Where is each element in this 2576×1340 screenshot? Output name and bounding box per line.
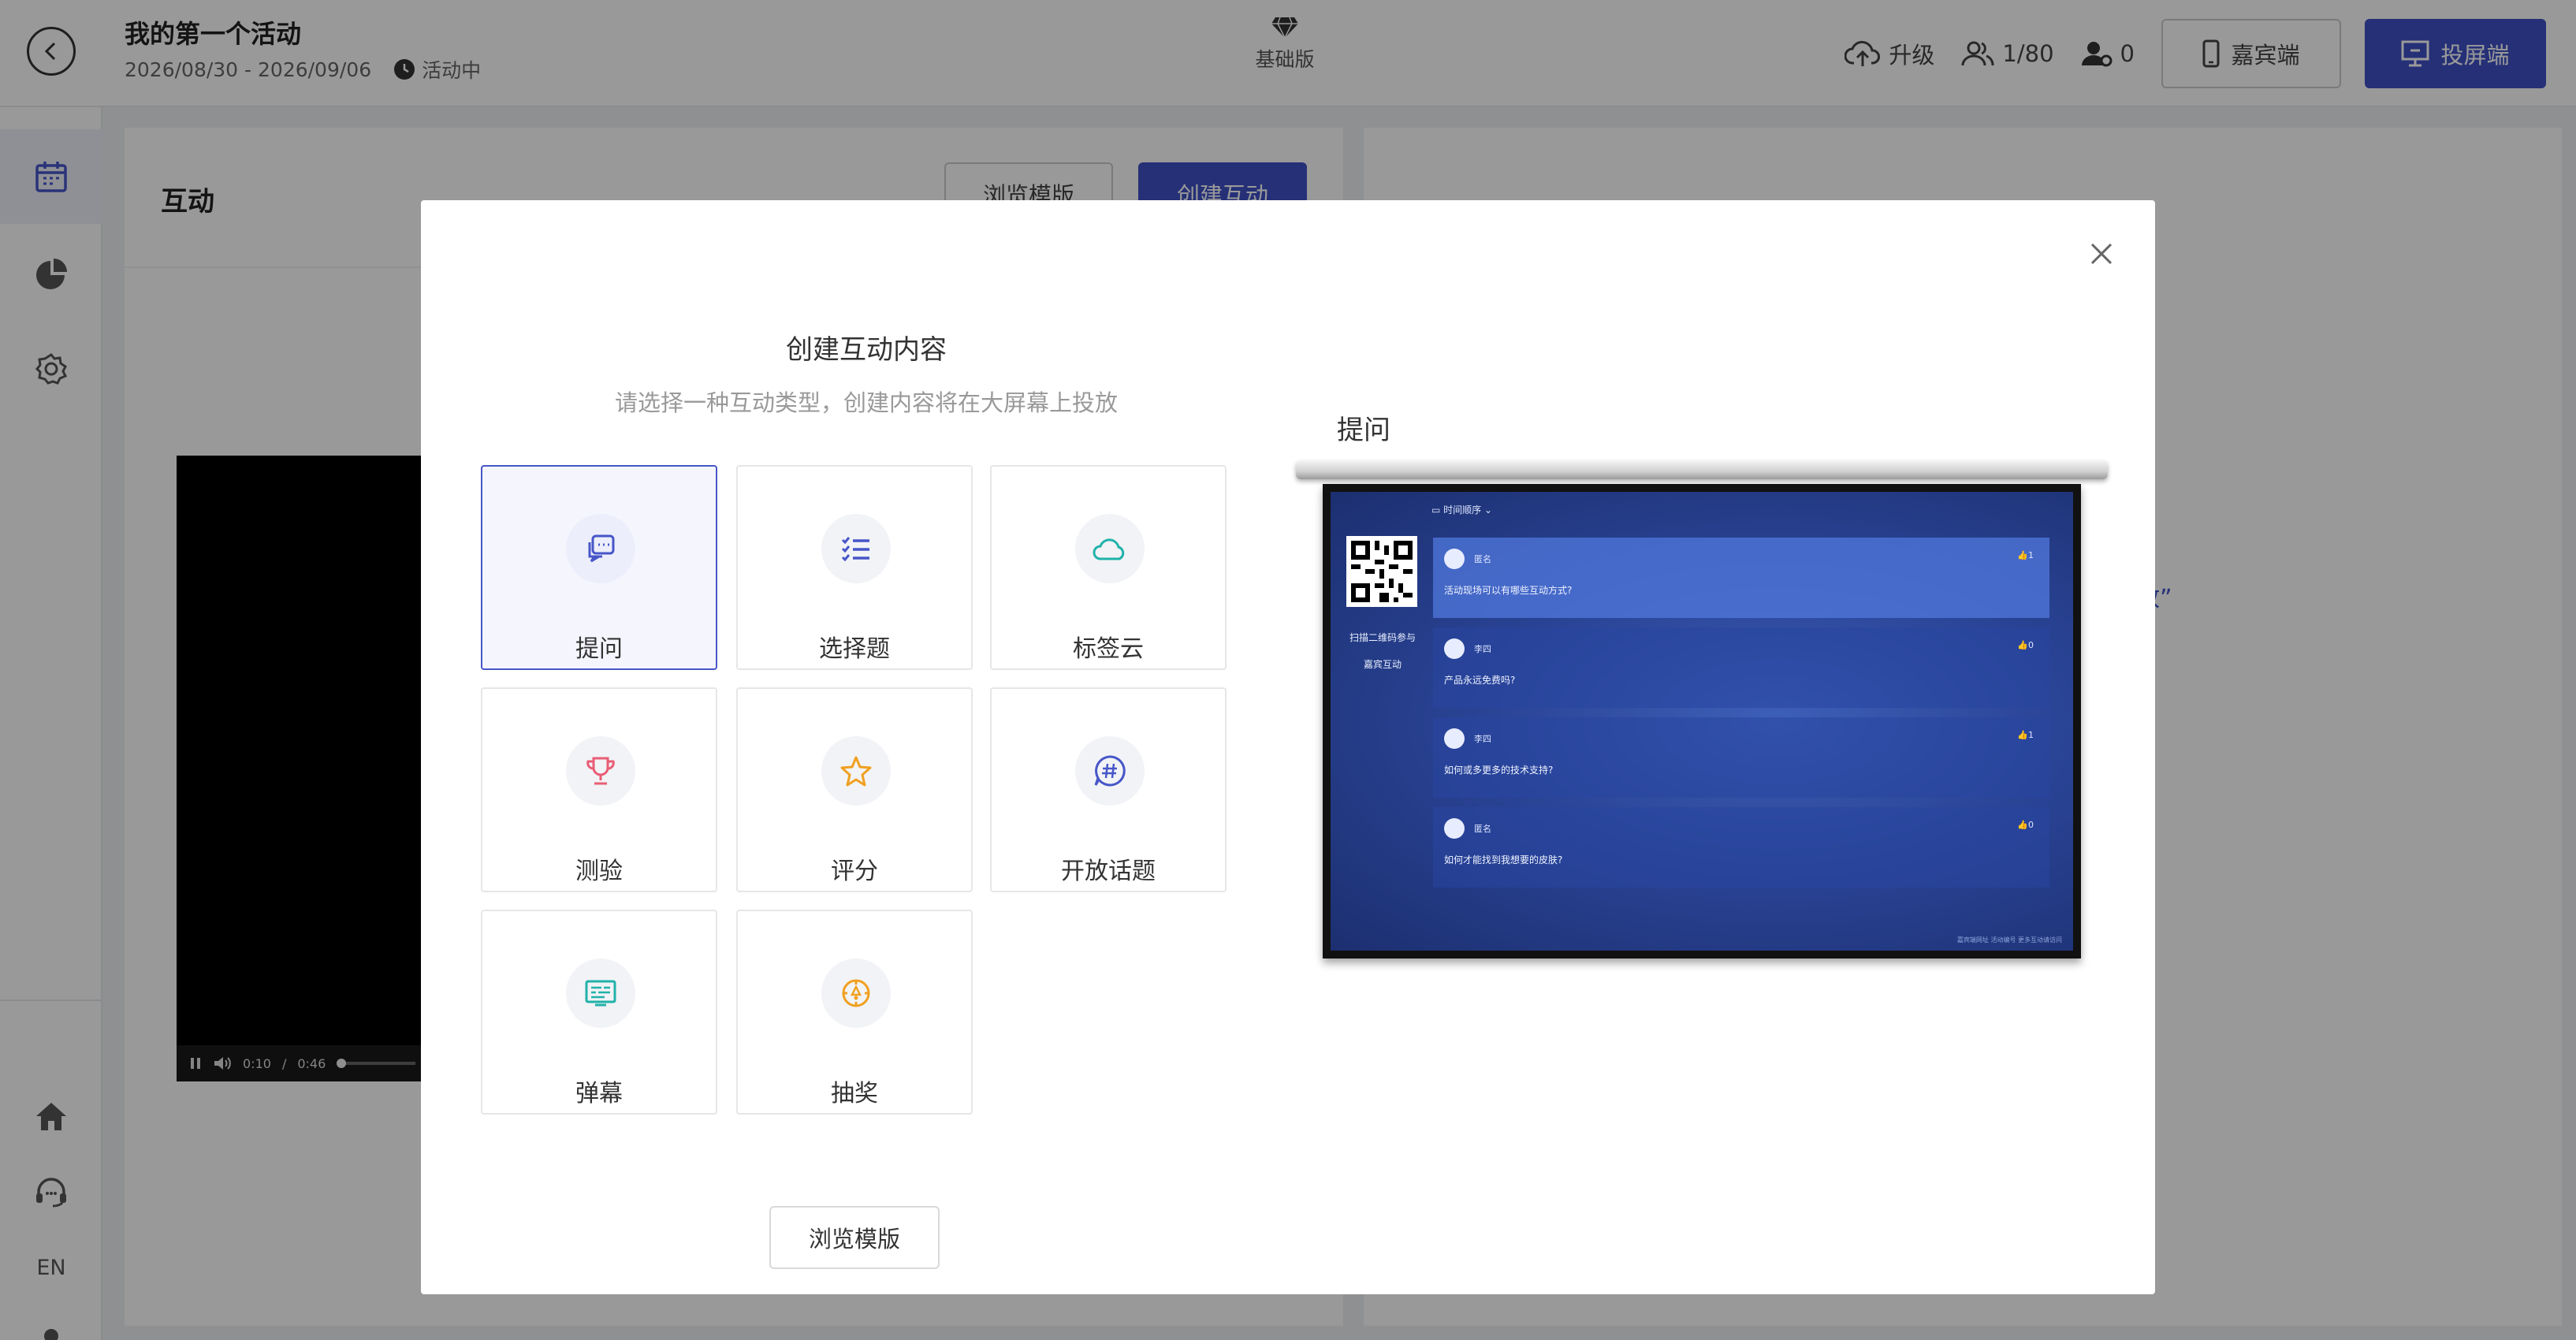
tile-label: 抽奖: [831, 1080, 878, 1107]
tile-choice[interactable]: 选择题: [736, 465, 973, 670]
tile-danmaku[interactable]: 弹幕: [481, 910, 717, 1115]
preview-screen: ▭ 时间顺序 ⌄ 扫描二维码参与 嘉宾互动 匿名 👍1 活动现场可以有哪些互动方…: [1323, 484, 2081, 958]
hashtag-chat-icon: [1094, 755, 1126, 787]
preview-like-count: 1: [2028, 730, 2034, 740]
preview-question-card: 李四 👍0 产品永远免费吗?: [1433, 627, 2049, 708]
preview-question-author: 李四: [1474, 644, 1491, 654]
avatar: [1444, 638, 1465, 659]
tile-label: 提问: [575, 635, 623, 663]
tile-label: 弹幕: [575, 1080, 623, 1107]
preview-question-card: 匿名 👍1 活动现场可以有哪些互动方式?: [1433, 538, 2049, 618]
preview-question-author: 匿名: [1474, 554, 1491, 564]
tile-icon-wrap: [566, 958, 635, 1028]
preview-sort-label: 时间顺序: [1443, 504, 1482, 516]
thumbs-up-icon: 👍: [2017, 640, 2028, 650]
preview-question-likes: 👍0: [2017, 820, 2034, 830]
preview-question-card: 匿名 👍0 如何才能找到我想要的皮肤?: [1433, 807, 2049, 888]
preview-question-text: 如何才能找到我想要的皮肤?: [1444, 854, 1563, 865]
avatar: [1444, 728, 1465, 749]
preview-qr-code: [1346, 536, 1417, 607]
tile-quiz[interactable]: 测验: [481, 687, 717, 892]
tile-label: 开放话题: [1061, 858, 1156, 885]
preview-question-card: 李四 👍1 如何或多更多的技术支持?: [1433, 717, 2049, 798]
preview-chat-icon: ▭: [1431, 504, 1444, 516]
modal-title: 创建互动内容: [786, 334, 947, 366]
preview-question-text: 如何或多更多的技术支持?: [1444, 765, 1554, 776]
danmaku-icon: [585, 980, 616, 1007]
thumbs-up-icon: 👍: [2017, 550, 2028, 560]
list-check-icon: [841, 537, 869, 562]
chat-question-icon: [588, 534, 615, 563]
qr-code-icon: [1351, 541, 1413, 602]
preview-title: 提问: [1337, 415, 1390, 446]
close-button[interactable]: [2084, 236, 2119, 271]
create-interaction-modal: 创建互动内容 请选择一种互动类型，创建内容将在大屏幕上投放 提问 选择题 标签云…: [421, 200, 2155, 1294]
preview-question-text: 产品永远免费吗?: [1444, 675, 1516, 686]
preview-question-author: 李四: [1474, 734, 1491, 744]
tile-label: 标签云: [1073, 635, 1144, 663]
tile-question[interactable]: 提问: [481, 465, 717, 670]
preview-question-text: 活动现场可以有哪些互动方式?: [1444, 585, 1573, 596]
avatar: [1444, 549, 1465, 569]
preview-question-likes: 👍0: [2017, 640, 2034, 650]
tile-icon-wrap: [566, 736, 635, 806]
cloud-icon: [1093, 538, 1125, 560]
tile-label: 评分: [831, 858, 878, 885]
preview-sort: ▭ 时间顺序 ⌄: [1431, 503, 1492, 516]
trophy-icon: [586, 757, 615, 785]
preview-like-count: 0: [2028, 820, 2034, 830]
tile-icon-wrap: [1075, 736, 1145, 806]
preview-question-likes: 👍1: [2017, 550, 2034, 560]
thumbs-up-icon: 👍: [2017, 730, 2028, 740]
preview-footer: 嘉宾端网址 活动编号 更多互动请访问: [1956, 936, 2062, 944]
tile-label: 测验: [575, 858, 623, 885]
preview-qr-caption-2: 嘉宾互动: [1363, 659, 1402, 670]
lottery-icon: [842, 979, 870, 1007]
projector-screen-rod: [1296, 460, 2108, 479]
preview-question-author: 匿名: [1474, 824, 1491, 834]
avatar: [1444, 818, 1465, 839]
tile-open-topic[interactable]: 开放话题: [990, 687, 1227, 892]
preview-like-count: 0: [2028, 640, 2034, 650]
preview-chevron-down-icon: ⌄: [1481, 504, 1493, 516]
browse-templates-button[interactable]: 浏览模版: [769, 1206, 940, 1269]
preview-question-likes: 👍1: [2017, 730, 2034, 740]
star-icon: [840, 756, 872, 787]
tile-lottery[interactable]: 抽奖: [736, 910, 973, 1115]
tile-label: 选择题: [819, 635, 890, 663]
tile-icon-wrap: [1075, 514, 1145, 583]
close-icon: [2090, 243, 2113, 265]
preview-qr-caption: 扫描二维码参与 嘉宾互动: [1338, 624, 1427, 678]
tile-icon-wrap: [566, 514, 635, 583]
tile-icon-wrap: [821, 736, 891, 806]
preview-like-count: 1: [2028, 550, 2034, 560]
preview-qr-caption-1: 扫描二维码参与: [1349, 632, 1416, 643]
modal-subtitle: 请选择一种互动类型，创建内容将在大屏幕上投放: [614, 389, 1118, 416]
tile-icon-wrap: [821, 958, 891, 1028]
tile-tag-cloud[interactable]: 标签云: [990, 465, 1227, 670]
tile-icon-wrap: [821, 514, 891, 583]
thumbs-up-icon: 👍: [2017, 820, 2028, 830]
tile-rating[interactable]: 评分: [736, 687, 973, 892]
preview-screen-content: ▭ 时间顺序 ⌄ 扫描二维码参与 嘉宾互动 匿名 👍1 活动现场可以有哪些互动方…: [1331, 492, 2073, 951]
